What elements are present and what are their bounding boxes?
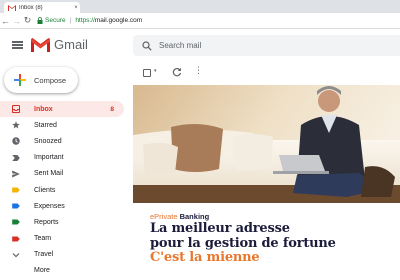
plus-icon: [14, 74, 26, 86]
url-separator: |: [69, 17, 72, 24]
sidebar-nav: Inbox 8 Starred Snoozed Important Sent M…: [0, 101, 124, 279]
search-bar[interactable]: [133, 35, 400, 56]
ad-banner[interactable]: ePrivate Banking La meilleur adresse pou…: [133, 85, 400, 280]
sidebar-item-label: Clients: [34, 186, 56, 194]
mail-toolbar: ▾ ⋮: [133, 62, 400, 84]
select-dropdown-icon[interactable]: ▾: [154, 68, 157, 74]
forward-arrow-icon[interactable]: →: [11, 14, 22, 28]
security-label: Secure: [45, 17, 66, 24]
sidebar-item-team[interactable]: Team: [0, 231, 124, 247]
compose-label: Compose: [34, 76, 67, 85]
ad-headline: La meilleur adresse pour la gestion de f…: [150, 221, 336, 266]
refresh-icon[interactable]: [172, 67, 182, 77]
sidebar-item-important[interactable]: Important: [0, 150, 124, 166]
browser-tab[interactable]: Inbox (8) ×: [4, 2, 80, 13]
sidebar-item-label: Expenses: [34, 202, 65, 210]
sidebar-item-label: Team: [34, 235, 52, 243]
select-all-checkbox[interactable]: [143, 69, 151, 77]
back-arrow-icon[interactable]: ←: [0, 14, 11, 28]
label-icon: [12, 203, 20, 209]
sidebar-item-clients[interactable]: Clients: [0, 182, 124, 198]
url-host: mail.google.com: [94, 17, 143, 24]
clock-icon: [12, 137, 20, 146]
search-icon[interactable]: [142, 40, 152, 51]
sidebar-item-label: Snoozed: [34, 137, 62, 145]
app-name: Gmail: [54, 37, 88, 52]
sidebar-item-expenses[interactable]: Expenses: [0, 198, 124, 214]
banker-photo: [133, 85, 400, 203]
tab-title: Inbox (8): [19, 4, 43, 11]
sidebar-item-label: Reports: [34, 218, 59, 226]
ad-brand-prefix: ePrivate: [150, 212, 178, 221]
ad-brand: ePrivate Banking: [150, 212, 209, 221]
sidebar-item-travel[interactable]: Travel: [0, 247, 124, 263]
inbox-icon: [12, 105, 20, 114]
search-input[interactable]: [159, 41, 359, 50]
sidebar-item-inbox[interactable]: Inbox 8: [0, 101, 124, 118]
more-options-icon[interactable]: ⋮: [194, 66, 203, 75]
lock-icon: [37, 17, 43, 24]
ad-brand-suffix: Banking: [177, 212, 210, 221]
gmail-favicon-icon: [8, 4, 16, 11]
sidebar-item-label: Starred: [34, 121, 57, 129]
ad-headline-line-2: pour la gestion de fortune: [150, 235, 336, 251]
unread-count: 8: [110, 105, 114, 113]
tab-close-icon[interactable]: ×: [72, 5, 80, 11]
sidebar-item-label: Sent Mail: [34, 170, 64, 178]
main-menu-icon[interactable]: [12, 41, 23, 49]
gmail-logo-icon[interactable]: [31, 38, 50, 52]
label-icon: [12, 236, 20, 242]
label-icon: [12, 219, 20, 225]
sidebar-item-sent-mail[interactable]: Sent Mail: [0, 166, 124, 182]
send-icon: [12, 170, 20, 178]
sidebar-item-label: Inbox: [34, 105, 53, 113]
sidebar-item-starred[interactable]: Starred: [0, 117, 124, 133]
chevron-down-icon: [12, 252, 20, 258]
label-icon: [12, 187, 20, 193]
sidebar-item-label: Travel: [34, 251, 54, 259]
sidebar-item-label: More: [34, 267, 50, 275]
sidebar-item-reports[interactable]: Reports: [0, 214, 124, 230]
url-scheme: https://: [75, 17, 95, 24]
sidebar-item-snoozed[interactable]: Snoozed: [0, 133, 124, 149]
ad-headline-line-3: C'est la mienne: [150, 250, 260, 265]
compose-button[interactable]: Compose: [4, 67, 78, 93]
address-bar[interactable]: Secure | https://mail.google.com: [37, 15, 397, 27]
star-icon: [12, 121, 20, 129]
url-text: https://mail.google.com: [75, 17, 142, 24]
ad-headline-line-1: La meilleur adresse: [150, 221, 290, 236]
sidebar-item-more[interactable]: More: [0, 263, 124, 279]
gmail-header: Gmail: [0, 30, 400, 60]
browser-toolbar: ← → ↻ Secure | https://mail.google.com: [0, 13, 400, 29]
important-icon: [12, 154, 20, 161]
browser-tab-strip: Inbox (8) ×: [0, 0, 400, 13]
reload-icon[interactable]: ↻: [22, 14, 33, 28]
sidebar-item-label: Important: [34, 154, 64, 162]
